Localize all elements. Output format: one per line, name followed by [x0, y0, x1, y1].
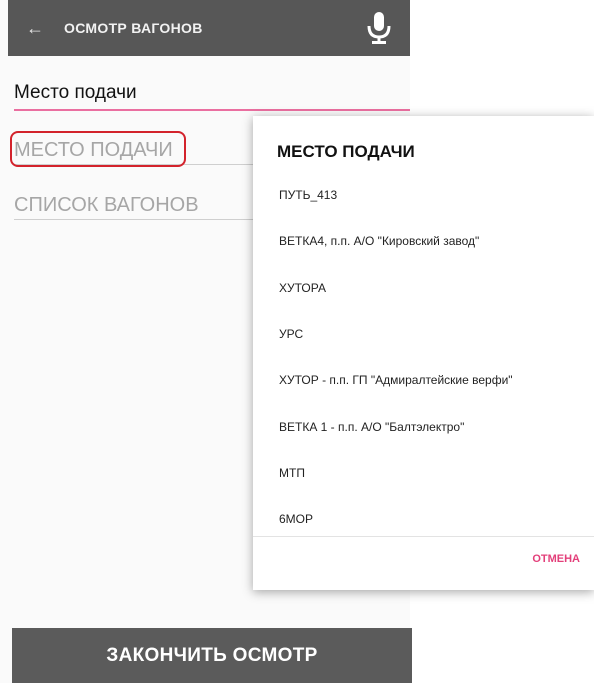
wagon-list-field[interactable]: СПИСОК ВАГОНОВ — [14, 190, 254, 220]
finish-inspection-button[interactable]: ЗАКОНЧИТЬ ОСМОТР — [12, 628, 412, 683]
place-field-text: МЕСТО ПОДАЧИ — [14, 139, 173, 161]
option-item[interactable]: ПУТЬ_413 — [253, 172, 594, 218]
options-list: ПУТЬ_413 ВЕТКА4, п.п. А/О "Кировский зав… — [253, 172, 594, 542]
toolbar-title: ОСМОТР ВАГОНОВ — [64, 20, 203, 36]
dialog-title: МЕСТО ПОДАЧИ — [277, 142, 415, 161]
wagon-list-field-text: СПИСОК ВАГОНОВ — [14, 194, 199, 216]
option-item[interactable]: УРС — [253, 311, 594, 357]
toolbar: ← ОСМОТР ВАГОНОВ — [8, 0, 410, 56]
option-item[interactable]: МТП — [253, 450, 594, 496]
option-item[interactable]: ВЕТКА 1 - п.п. А/О "Балтэлектро" — [253, 403, 594, 449]
microphone-icon — [367, 12, 391, 44]
microphone-button[interactable] — [360, 8, 398, 48]
cancel-button[interactable]: ОТМЕНА — [532, 553, 580, 565]
place-label-input[interactable]: Место подачи — [14, 82, 410, 104]
option-item[interactable]: ВЕТКА4, п.п. А/О "Кировский завод" — [253, 218, 594, 264]
place-select-dialog: МЕСТО ПОДАЧИ ПУТЬ_413 ВЕТКА4, п.п. А/О "… — [253, 116, 594, 590]
dialog-divider — [253, 536, 594, 537]
back-button[interactable]: ← — [8, 0, 62, 56]
option-item[interactable]: ХУТОР - п.п. ГП "Адмиралтейские верфи" — [253, 357, 594, 403]
option-item[interactable]: ХУТОРА — [253, 265, 594, 311]
input-underline — [14, 109, 410, 111]
place-field[interactable]: МЕСТО ПОДАЧИ — [14, 135, 254, 165]
arrow-left-icon: ← — [26, 17, 44, 38]
